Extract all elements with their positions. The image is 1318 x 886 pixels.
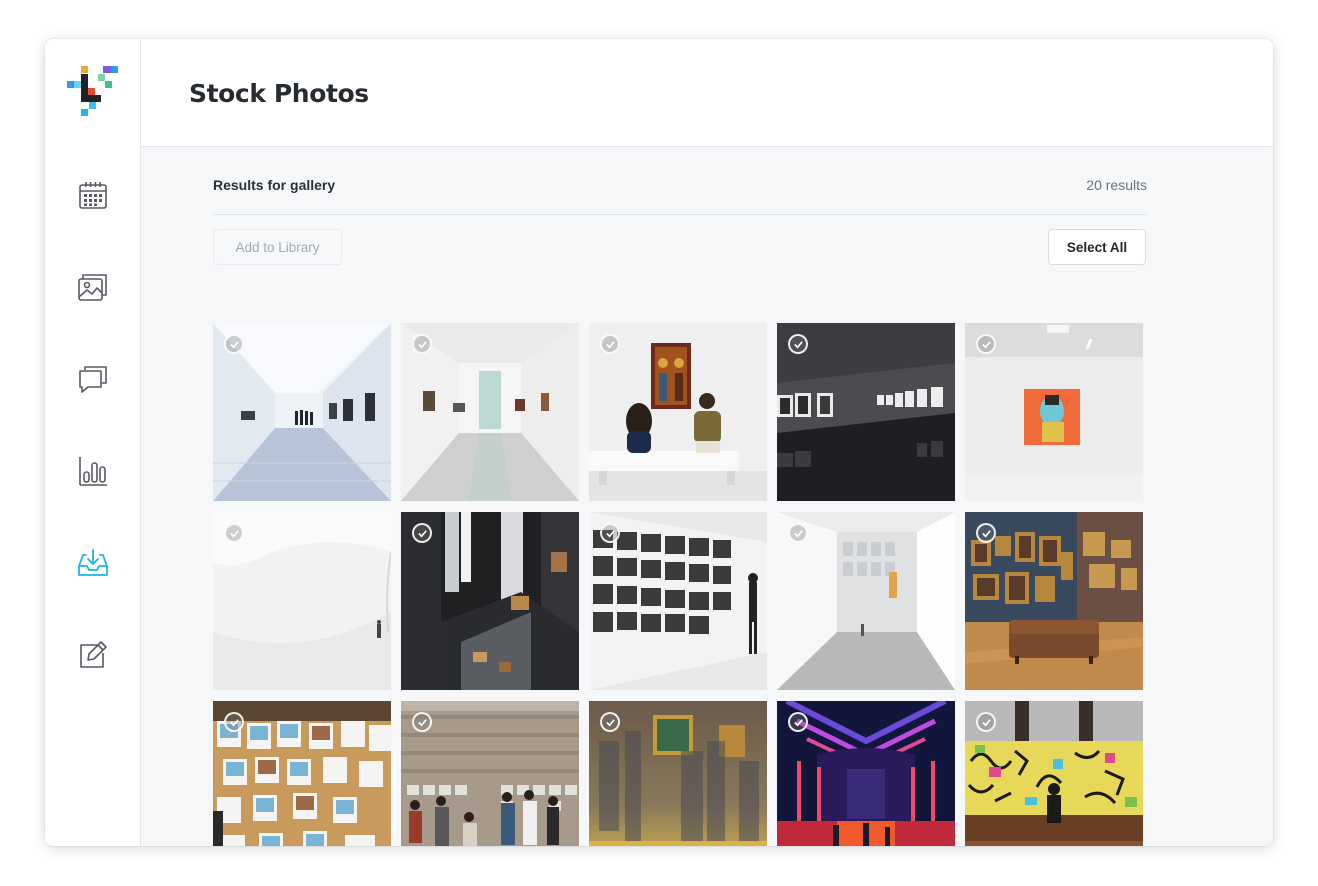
photo-tile[interactable]	[213, 512, 391, 690]
select-checkbox[interactable]	[224, 334, 244, 354]
select-checkbox[interactable]	[976, 712, 996, 732]
nav-edit[interactable]	[73, 635, 113, 675]
photo-tile[interactable]	[777, 701, 955, 846]
results-count: 20 results	[1086, 177, 1147, 193]
photo-tile[interactable]	[965, 512, 1143, 690]
select-checkbox[interactable]	[224, 712, 244, 732]
photo-tile[interactable]	[589, 323, 767, 501]
comments-icon	[79, 366, 107, 393]
app-logo[interactable]	[67, 66, 123, 116]
nav-downloads[interactable]	[73, 543, 113, 583]
edit-icon	[80, 641, 107, 668]
select-checkbox[interactable]	[788, 334, 808, 354]
inbox-download-icon	[78, 549, 108, 576]
results-title: Results for gallery	[213, 177, 336, 193]
nav-comments[interactable]	[73, 359, 113, 399]
images-icon	[78, 274, 107, 301]
nav-analytics[interactable]	[73, 451, 113, 491]
app-window: Stock Photos Results for gallery 20 resu…	[45, 39, 1273, 846]
header: Stock Photos	[141, 39, 1273, 147]
photo-tile[interactable]	[777, 512, 955, 690]
select-checkbox[interactable]	[224, 523, 244, 543]
nav-calendar[interactable]	[73, 175, 113, 215]
select-checkbox[interactable]	[412, 523, 432, 543]
select-checkbox[interactable]	[600, 712, 620, 732]
photo-tile[interactable]	[777, 323, 955, 501]
page-title: Stock Photos	[189, 79, 369, 108]
select-checkbox[interactable]	[788, 712, 808, 732]
photo-tile[interactable]	[401, 512, 579, 690]
calendar-icon	[79, 182, 107, 209]
select-checkbox[interactable]	[788, 523, 808, 543]
sidebar	[45, 39, 141, 846]
photo-tile[interactable]	[965, 323, 1143, 501]
photo-tile[interactable]	[401, 701, 579, 846]
nav-images[interactable]	[73, 267, 113, 307]
select-checkbox[interactable]	[412, 334, 432, 354]
main-content: Results for gallery 20 results Add to Li…	[141, 147, 1273, 846]
select-checkbox[interactable]	[600, 334, 620, 354]
bar-chart-icon	[79, 457, 107, 486]
photo-tile[interactable]	[213, 701, 391, 846]
select-checkbox[interactable]	[600, 523, 620, 543]
photo-tile[interactable]	[213, 323, 391, 501]
photo-tile[interactable]	[401, 323, 579, 501]
select-checkbox[interactable]	[976, 523, 996, 543]
photo-tile[interactable]	[589, 701, 767, 846]
photo-grid	[213, 323, 1146, 846]
photo-tile[interactable]	[965, 701, 1143, 846]
add-to-library-button[interactable]: Add to Library	[213, 229, 342, 265]
select-all-button[interactable]: Select All	[1048, 229, 1146, 265]
select-checkbox[interactable]	[976, 334, 996, 354]
select-checkbox[interactable]	[412, 712, 432, 732]
divider	[213, 214, 1146, 215]
photo-tile[interactable]	[589, 512, 767, 690]
